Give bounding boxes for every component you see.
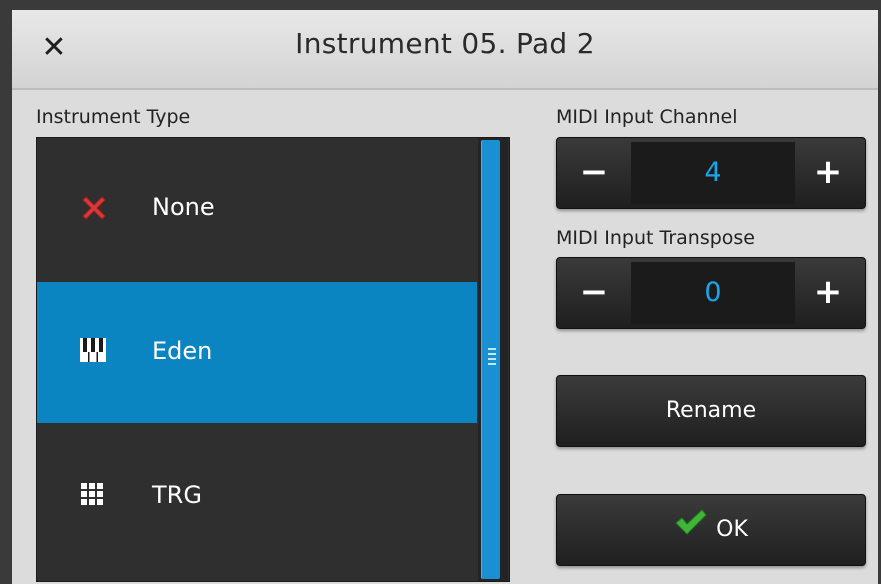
midi-input-transpose-stepper: − 0 +: [556, 257, 866, 329]
list-item-none[interactable]: None: [37, 138, 477, 279]
list-item-eden[interactable]: Eden: [37, 282, 477, 423]
scrollbar[interactable]: [478, 138, 508, 581]
instrument-dialog: ✕ Instrument 05. Pad 2 Instrument Type N…: [12, 10, 878, 584]
midi-input-channel-stepper: − 4 +: [556, 137, 866, 209]
list-item-label: Eden: [152, 337, 213, 365]
dialog-title: Instrument 05. Pad 2: [295, 27, 595, 60]
channel-value[interactable]: 4: [631, 142, 795, 204]
channel-minus-button[interactable]: −: [557, 138, 631, 208]
ok-button[interactable]: OK: [556, 494, 866, 566]
title-bar: ✕ Instrument 05. Pad 2: [12, 10, 878, 90]
ok-label: OK: [716, 517, 748, 542]
grid-icon: [79, 481, 109, 511]
list-item-trg[interactable]: TRG: [37, 426, 477, 567]
transpose-plus-button[interactable]: +: [791, 258, 865, 328]
instrument-type-list: None Eden TRG: [36, 137, 510, 582]
midi-input-channel-label: MIDI Input Channel: [556, 106, 738, 128]
transpose-minus-button[interactable]: −: [557, 258, 631, 328]
list-item-label: None: [152, 193, 215, 221]
red-x-icon: [79, 193, 109, 223]
scrollbar-thumb[interactable]: [481, 140, 500, 579]
checkmark-icon: [674, 495, 708, 565]
list-item-label: TRG: [152, 481, 202, 509]
channel-plus-button[interactable]: +: [791, 138, 865, 208]
instrument-type-label: Instrument Type: [36, 106, 191, 128]
transpose-value[interactable]: 0: [631, 262, 795, 324]
midi-input-transpose-label: MIDI Input Transpose: [556, 227, 755, 249]
piano-keys-icon: [79, 337, 109, 367]
rename-button[interactable]: Rename: [556, 375, 866, 447]
grip-icon: [488, 348, 496, 368]
